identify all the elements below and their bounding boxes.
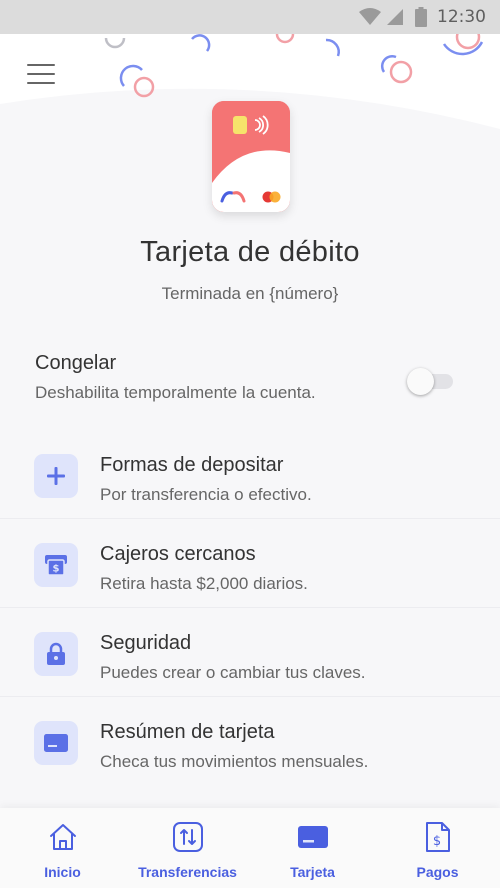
nav-item-tarjeta[interactable]: Tarjeta <box>250 808 375 888</box>
status-icons: 12:30 <box>359 7 486 27</box>
list-item-card-summary[interactable]: Resúmen de tarjeta Checa tus movimientos… <box>0 697 500 786</box>
item-description: Retira hasta $2,000 diarios. <box>100 574 308 593</box>
item-title: Formas de depositar <box>100 454 284 476</box>
nav-item-pagos[interactable]: $ Pagos <box>375 808 500 888</box>
status-time: 12:30 <box>437 7 486 27</box>
list-item-security[interactable]: Seguridad Puedes crear o cambiar tus cla… <box>0 608 500 697</box>
svg-text:$: $ <box>53 564 60 575</box>
wifi-icon <box>359 8 381 25</box>
transfer-icon <box>172 820 204 854</box>
card-subtitle: Terminada en {número} <box>161 284 339 303</box>
toggle-thumb <box>407 368 434 395</box>
nav-item-inicio[interactable]: Inicio <box>0 808 125 888</box>
item-title: Cajeros cercanos <box>100 543 256 565</box>
nav-label: Transferencias <box>138 864 237 880</box>
hamburger-icon <box>27 64 55 66</box>
list-item-atms[interactable]: $ Cajeros cercanos Retira hasta $2,000 d… <box>0 519 500 608</box>
nav-label: Tarjeta <box>290 864 335 880</box>
item-title: Seguridad <box>100 632 192 654</box>
item-title: Resúmen de tarjeta <box>100 721 275 743</box>
page-title: Tarjeta de débito <box>140 236 360 268</box>
freeze-toggle[interactable] <box>407 368 457 395</box>
atm-icon: $ <box>34 543 78 587</box>
freeze-title: Congelar <box>35 352 117 374</box>
bottom-nav: Inicio Transferencias Tarjeta $ Pagos <box>0 808 500 888</box>
debit-card-image <box>212 101 290 212</box>
item-description: Por transferencia o efectivo. <box>100 485 312 504</box>
nav-label: Inicio <box>44 864 81 880</box>
menu-button[interactable] <box>27 64 55 86</box>
status-bar: 12:30 <box>0 0 500 34</box>
lock-icon <box>34 632 78 676</box>
item-description: Checa tus movimientos mensuales. <box>100 752 369 771</box>
item-description: Puedes crear o cambiar tus claves. <box>100 663 366 682</box>
signal-icon <box>387 9 403 25</box>
payment-document-icon: $ <box>425 820 451 854</box>
svg-text:$: $ <box>432 834 440 849</box>
card-icon <box>297 820 328 854</box>
nav-item-transferencias[interactable]: Transferencias <box>125 808 250 888</box>
battery-icon <box>415 7 427 27</box>
options-list: Formas de depositar Por transferencia o … <box>0 430 500 786</box>
card-icon <box>34 721 78 765</box>
home-icon <box>48 820 78 854</box>
freeze-setting: Congelar Deshabilita temporalmente la cu… <box>35 352 465 412</box>
nav-label: Pagos <box>416 864 459 880</box>
plus-icon <box>34 454 78 498</box>
freeze-description: Deshabilita temporalmente la cuenta. <box>35 383 316 402</box>
list-item-deposit[interactable]: Formas de depositar Por transferencia o … <box>0 430 500 519</box>
